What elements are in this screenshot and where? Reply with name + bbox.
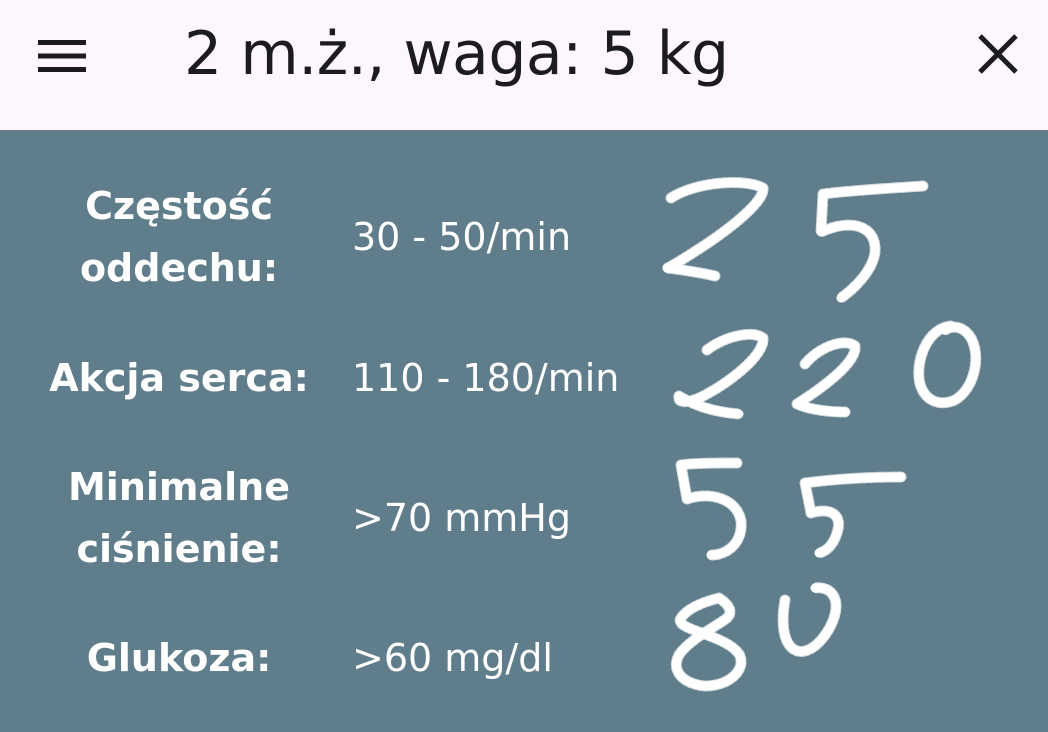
vital-label: Minimalne ciśnienie:	[67, 465, 290, 571]
close-icon	[978, 34, 1018, 74]
page-title: 2 m.ż., waga: 5 kg	[184, 19, 729, 89]
handwritten-input-glucose[interactable]	[655, 578, 1015, 718]
handwritten-input-heart-rate[interactable]	[655, 316, 1015, 456]
handwritten-input-breathing[interactable]	[655, 170, 1015, 310]
vital-norm: 110 - 180/min	[352, 356, 620, 400]
vital-norm: >60 mg/dl	[352, 636, 553, 680]
vital-label: Akcja serca:	[49, 356, 309, 400]
handwritten-digits	[673, 320, 982, 420]
vital-norm: 30 - 50/min	[352, 215, 572, 259]
handwritten-digits	[675, 457, 907, 561]
vital-label: Częstość oddechu:	[79, 184, 279, 290]
handwritten-digits	[670, 582, 842, 692]
app-screen: 2 m.ż., waga: 5 kg Częstość oddechu: 30 …	[0, 0, 1048, 732]
close-button[interactable]	[966, 22, 1030, 86]
handwritten-digits	[661, 177, 929, 304]
handwritten-input-blood-pressure[interactable]	[655, 455, 1015, 595]
top-app-bar: 2 m.ż., waga: 5 kg	[0, 0, 1048, 130]
vital-label: Glukoza:	[86, 636, 272, 680]
menu-button[interactable]	[30, 28, 94, 84]
vital-norm: >70 mmHg	[352, 496, 572, 540]
menu-icon	[38, 40, 86, 72]
